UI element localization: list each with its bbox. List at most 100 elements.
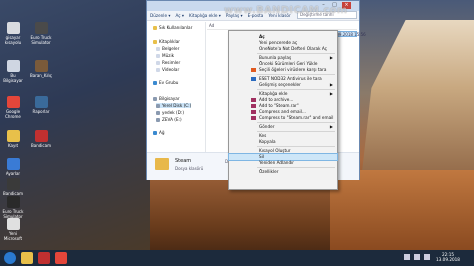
nav-item[interactable]: Bilgisayar — [153, 96, 180, 101]
menu-item-label: ESET NOD32 Antivirus ile tara — [259, 76, 322, 81]
folder-icon — [155, 158, 169, 170]
nav-icon — [153, 80, 157, 85]
nav-icon — [156, 60, 160, 65]
explorer-icon[interactable] — [21, 252, 33, 264]
ribbon-item[interactable]: Kitaplığa ekle ▾ — [189, 13, 221, 18]
menu-item-label: Gelişmiş seçenekler — [259, 82, 301, 87]
context-menu-item[interactable]: Kopyala — [229, 139, 337, 145]
nav-item[interactable]: Ev Grubu — [153, 80, 178, 85]
details-name: Steam — [175, 158, 192, 164]
menu-item-label: Kısayol Oluştur — [259, 148, 291, 153]
menu-item-label: Sil — [259, 154, 264, 159]
ribbon-item[interactable]: Düzenle ▾ — [150, 13, 170, 18]
chrome-icon[interactable] — [55, 252, 67, 264]
context-menu: Aç Yeni pencerede aç OneNote'a Not Defteri… — [228, 30, 338, 190]
nav-label: Belgeler — [162, 46, 180, 51]
app-icon — [34, 96, 48, 108]
app-icon — [34, 60, 48, 72]
nav-label: Müzik — [162, 53, 175, 58]
nav-icon — [153, 130, 157, 135]
desktop-icon[interactable]: Raporlar — [30, 96, 52, 119]
nav-label: Ev Grubu — [159, 80, 179, 85]
context-menu-item[interactable]: OneNote'a Not Defteri Olarak Aç — [229, 46, 337, 52]
start-button-icon[interactable] — [4, 252, 16, 264]
menu-item-label: Aç — [259, 34, 265, 39]
menu-item-label: Yeniden Adlandır — [259, 160, 294, 165]
app-icon — [6, 96, 20, 108]
desktop-icon[interactable]: Yeni Microsoft — [2, 218, 24, 241]
menu-item-label: Compress to "Steam.rar" and email — [259, 115, 334, 120]
desktop-icon-label: Kayıt — [7, 143, 19, 148]
bandicam-icon[interactable] — [38, 252, 50, 264]
desktop-icon[interactable]: Bandicam — [30, 130, 52, 153]
menu-item-label: Kopyala — [259, 139, 276, 144]
tray-clock[interactable]: 22:15 13.09.2018 — [436, 252, 460, 262]
app-icon — [34, 22, 48, 34]
nav-item[interactable]: Müzik — [156, 53, 174, 58]
wallpaper-rock — [330, 170, 474, 250]
desktop-icon[interactable]: Euro Truck Simulator 2 — [2, 196, 24, 219]
nav-label: Videolar — [162, 67, 180, 72]
menu-item-label: Önceki Sürümleri Geri Yükle — [259, 61, 318, 66]
menu-separator — [257, 89, 335, 90]
nav-item[interactable]: yedek (D:) — [156, 110, 184, 115]
nav-item[interactable]: Yerel Disk (C:) — [156, 103, 192, 108]
menu-item-label: Kitaplığa ekle — [259, 91, 288, 96]
ribbon-item[interactable]: Aç ▾ — [175, 13, 184, 18]
nav-icon — [153, 96, 157, 101]
menu-separator — [257, 167, 335, 168]
app-icon — [6, 218, 20, 230]
column-header-name[interactable]: Ad — [207, 23, 357, 30]
menu-item-icon — [251, 110, 256, 114]
nav-icon — [156, 46, 160, 51]
desktop-icon[interactable]: Google Chrome — [2, 96, 24, 119]
desktop-icon[interactable]: Kayıt — [2, 130, 24, 153]
app-icon — [6, 178, 20, 190]
desktop-icon-label: Bu Bilgisayar — [3, 73, 23, 83]
context-menu-item[interactable]: Gelişmiş seçenekler ▶ — [229, 82, 337, 88]
nav-item[interactable]: Ağ — [153, 130, 165, 135]
nav-item[interactable]: Resimler — [156, 60, 180, 65]
desktop-icon[interactable]: Bu Bilgisayar — [2, 60, 24, 83]
app-icon — [6, 130, 20, 142]
context-menu-item[interactable]: Seçili öğeleri virüslere karşı tara — [229, 67, 337, 73]
desktop-icon[interactable]: Euro Truck Simulator 2 — [30, 22, 52, 45]
taskbar: 22:15 13.09.2018 — [0, 250, 474, 266]
nav-icon — [153, 25, 157, 30]
nav-item[interactable]: Videolar — [156, 67, 179, 72]
menu-item-label: Add to "Steam.rar" — [259, 103, 299, 108]
menu-separator — [257, 131, 335, 132]
nav-item[interactable]: Sık Kullanılanlar — [153, 25, 192, 30]
context-menu-item[interactable]: Compress to "Steam.rar" and email — [229, 115, 337, 121]
menu-item-icon — [251, 104, 256, 108]
desktop-icon[interactable]: gisayar kısayolu — [2, 22, 24, 45]
desktop-icon-label: Google Chrome — [5, 109, 21, 119]
nav-icon — [156, 67, 160, 72]
nav-item[interactable]: ZEVA (E:) — [156, 117, 182, 122]
nav-item[interactable]: Kitaplıklar — [153, 39, 180, 44]
menu-separator — [257, 74, 335, 75]
desktop-icon-label: Baran_Kılıç — [30, 73, 52, 78]
desktop-icon-label: gisayar kısayolu — [4, 35, 22, 45]
menu-item-label: Kes — [259, 133, 267, 138]
network-icon[interactable] — [404, 254, 410, 260]
desktop-icon-label: Euro Truck Simulator 2 — [30, 35, 52, 45]
context-menu-item[interactable]: Yeniden Adlandır — [229, 160, 337, 166]
nav-icon — [156, 110, 160, 115]
navigation-pane: Sık Kullanılanlar Kitaplıklar Belgeler Müzi… — [147, 22, 206, 152]
menu-separator — [257, 146, 335, 147]
context-menu-item[interactable]: Gönder ▶ — [229, 124, 337, 130]
menu-separator — [257, 53, 335, 54]
menu-item-label: Compress and email... — [259, 109, 306, 114]
desktop-icon-label: Euro Truck Simulator 2 — [2, 209, 24, 219]
language-icon[interactable] — [424, 254, 430, 260]
nav-icon — [156, 53, 160, 58]
desktop-icon[interactable]: Baran_Kılıç — [30, 60, 52, 83]
app-icon — [6, 196, 20, 208]
volume-icon[interactable] — [414, 254, 420, 260]
wallpaper-cliff — [360, 20, 474, 190]
desktop-icon-label: Yeni Microsoft — [3, 231, 23, 241]
menu-item-label: Gönder — [259, 124, 275, 129]
nav-item[interactable]: Belgeler — [156, 46, 179, 51]
context-menu-item[interactable]: Özellikler — [229, 169, 337, 175]
